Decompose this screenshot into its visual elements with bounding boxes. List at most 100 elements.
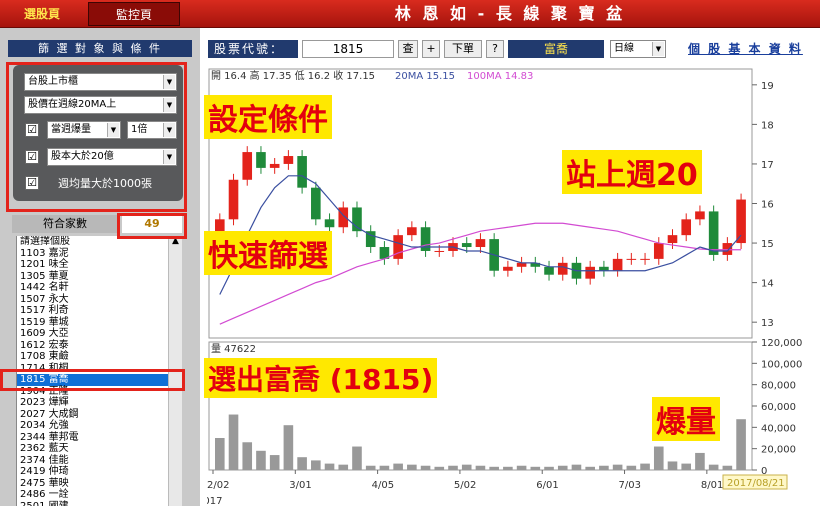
price-tick-label: 17: [761, 160, 774, 171]
volume-bar: [722, 465, 733, 470]
ma20-label: 20MA 15.15: [395, 71, 455, 82]
volume-bar: [393, 463, 403, 470]
list-item[interactable]: 1305 華夏: [17, 271, 168, 283]
candle-body: [311, 187, 321, 220]
candle-body: [681, 219, 692, 236]
volume-bar: [681, 463, 692, 470]
candle-body: [324, 219, 335, 228]
volume-bar: [557, 465, 568, 470]
list-item[interactable]: 2023 燁輝: [17, 397, 168, 409]
list-item[interactable]: 2501 國建: [17, 501, 168, 506]
date-tag: 2017/08/21: [727, 478, 785, 489]
list-item[interactable]: 1609 大亞: [17, 328, 168, 340]
volume-tick-label: 100,000: [761, 359, 802, 370]
volume-bar: [215, 438, 225, 470]
x-tick-label: 8/01: [701, 480, 723, 491]
volume-tick-label: 20,000: [761, 445, 796, 456]
candle-body: [667, 235, 678, 244]
app-title: 林 恩 如 - 長 線 聚 寶 盆: [394, 4, 626, 23]
candle-body: [736, 199, 746, 244]
list-item[interactable]: 1519 華城: [17, 317, 168, 329]
candle-body: [297, 156, 307, 188]
stock-name: 富喬: [508, 40, 604, 58]
volume-bar: [626, 465, 637, 470]
list-item[interactable]: 1708 東鹼: [17, 351, 168, 363]
volume-bar: [571, 464, 582, 470]
price-tick-label: 19: [761, 81, 774, 92]
candle-body: [338, 207, 349, 228]
volume-label: 量 47622: [211, 343, 256, 355]
candle-body: [544, 266, 554, 275]
chevron-down-icon: ▼: [652, 42, 664, 56]
list-item[interactable]: 1507 永大: [17, 294, 168, 306]
candle-body: [475, 239, 486, 248]
list-item[interactable]: 2486 一詮: [17, 489, 168, 501]
order-button[interactable]: 下單: [444, 40, 482, 58]
list-item[interactable]: 2419 仲琦: [17, 466, 168, 478]
volume-bar: [667, 461, 678, 470]
volume-bar: [695, 452, 705, 470]
price-tick-label: 13: [761, 318, 774, 329]
annotation-above-ma20: 站上週20: [562, 150, 702, 194]
annotation-quick-filter: 快速篩選: [204, 231, 332, 275]
list-item[interactable]: 2034 允強: [17, 420, 168, 432]
volume-bar: [475, 465, 486, 470]
volume-tick-label: 120,000: [761, 338, 802, 349]
list-item[interactable]: 2374 佳能: [17, 455, 168, 467]
list-item[interactable]: 2362 藍天: [17, 443, 168, 455]
candle-body: [640, 258, 650, 260]
candle-body: [228, 179, 239, 220]
annotation-set-conditions: 設定條件: [204, 95, 332, 139]
volume-bar: [653, 446, 664, 470]
volume-bar: [379, 465, 390, 470]
list-item[interactable]: 1201 味全: [17, 259, 168, 271]
candle-body: [242, 152, 253, 180]
candle-body: [283, 156, 294, 164]
match-count-label: 符合家數: [12, 215, 118, 233]
stock-code-label: 股票代號：: [208, 40, 298, 58]
volume-bar: [489, 466, 499, 470]
volume-bar: [599, 465, 609, 470]
list-item[interactable]: 1442 名軒: [17, 282, 168, 294]
x-tick-label: 2/02: [207, 480, 229, 491]
annotation-selected-stock: 選出富喬 (1815): [204, 358, 438, 398]
list-item[interactable]: 2027 大成鋼: [17, 409, 168, 421]
add-button[interactable]: +: [422, 40, 440, 58]
candle-body: [269, 163, 280, 168]
volume-bar: [365, 465, 376, 470]
volume-bar: [434, 466, 445, 470]
stock-info-link[interactable]: 個 股 基 本 資 料: [688, 40, 816, 58]
x-tick-label: 5/02: [454, 480, 476, 491]
help-button[interactable]: ?: [486, 40, 504, 58]
period-select[interactable]: 日線 ▼: [610, 40, 666, 58]
volume-bar: [269, 455, 280, 470]
candle-body: [612, 258, 623, 271]
volume-bar: [503, 466, 513, 470]
volume-bar: [640, 463, 650, 470]
x-tick-label: 3/01: [289, 480, 311, 491]
list-item[interactable]: 2475 華映: [17, 478, 168, 490]
volume-bar: [297, 457, 307, 470]
period-select-value: 日線: [614, 43, 634, 54]
list-item[interactable]: 1612 宏泰: [17, 340, 168, 352]
candle-body: [461, 243, 472, 248]
candle-body: [434, 250, 445, 252]
candle-body: [407, 227, 417, 236]
stock-code-input[interactable]: 1815: [302, 40, 394, 58]
price-tick-label: 15: [761, 239, 774, 250]
highlight-selected-stock: [0, 369, 185, 391]
volume-bar: [448, 465, 458, 470]
volume-tick-label: 40,000: [761, 423, 796, 434]
candle-body: [215, 219, 225, 232]
volume-bar: [242, 442, 253, 470]
list-item[interactable]: 1103 嘉泥: [17, 248, 168, 260]
volume-bar: [324, 463, 335, 470]
candle-body: [557, 262, 568, 275]
candle-body: [503, 266, 513, 271]
list-item[interactable]: 1517 利奇: [17, 305, 168, 317]
list-item[interactable]: 2344 華邦電: [17, 432, 168, 444]
tab-monitor[interactable]: 監控頁: [88, 2, 180, 26]
ma100-label: 100MA 14.83: [467, 71, 533, 82]
query-button[interactable]: 查: [398, 40, 418, 58]
tab-stock-select[interactable]: 選股頁: [4, 2, 80, 26]
